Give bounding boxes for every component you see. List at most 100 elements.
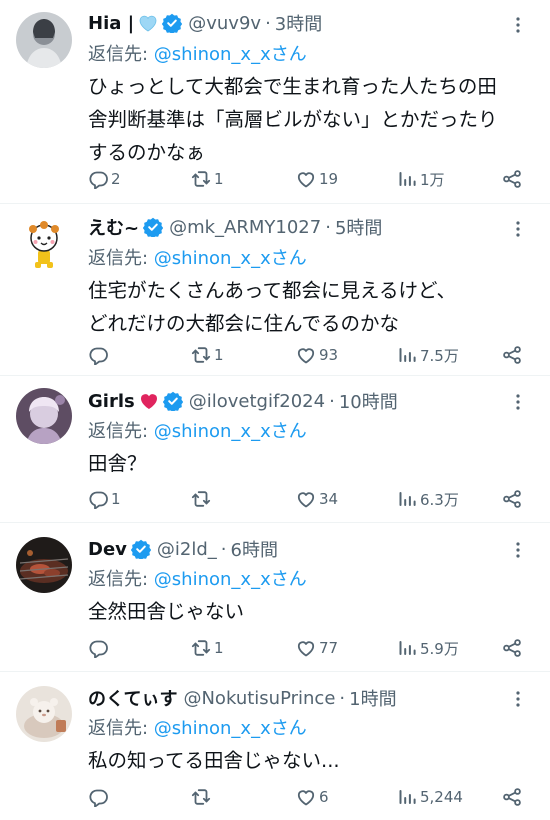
- tweet-text-line: 田舎？: [88, 452, 147, 475]
- like-count: 77: [319, 639, 339, 657]
- handle[interactable]: @NokutisuPrince: [183, 688, 335, 709]
- like-button[interactable]: 34: [296, 488, 338, 510]
- reply-button[interactable]: 2: [88, 168, 121, 190]
- red-heart-icon: [139, 391, 159, 411]
- view-count: 6.3万: [420, 490, 459, 509]
- view-count: 5,244: [420, 788, 463, 806]
- retweet-button[interactable]: 1: [191, 637, 224, 659]
- verified-badge-icon[interactable]: [143, 217, 164, 237]
- like-count: 34: [319, 490, 339, 508]
- share-button[interactable]: [502, 488, 522, 510]
- timestamp[interactable]: 10時間: [339, 388, 398, 414]
- reply-button[interactable]: [88, 637, 111, 659]
- reply-mention-link[interactable]: @shinon_x_xさん: [154, 44, 307, 65]
- views-button[interactable]: 6.3万: [397, 488, 459, 510]
- like-count: 6: [319, 788, 329, 806]
- retweet-icon: [191, 491, 211, 507]
- display-name[interactable]: Hia |: [88, 13, 134, 34]
- share-button[interactable]: [502, 637, 522, 659]
- retweet-button[interactable]: 1: [191, 344, 224, 366]
- avatar[interactable]: [16, 388, 72, 444]
- reply-button[interactable]: [88, 344, 111, 366]
- retweet-count: 1: [214, 346, 224, 364]
- tweet-header: Girls @ilovetgif2024 · 10時間: [88, 388, 510, 414]
- tweet-text-line: するのかなぁ: [88, 141, 206, 164]
- handle[interactable]: @i2ld_: [157, 539, 217, 560]
- views-chart-icon: [399, 348, 416, 362]
- tweet[interactable]: Dev @i2ld_ · 6時間 返信先: @shinon_x_xさん 全然田舎…: [0, 523, 550, 671]
- view-count: 5.9万: [420, 639, 459, 658]
- avatar[interactable]: [16, 537, 72, 593]
- tweet-header: Dev @i2ld_ · 6時間: [88, 536, 510, 562]
- more-options-icon[interactable]: [508, 689, 528, 709]
- reply-prefix: 返信先:: [88, 718, 154, 739]
- views-chart-icon: [399, 790, 416, 804]
- reply-button[interactable]: 1: [88, 488, 121, 510]
- tweet-header: えむ~ @mk_ARMY1027 · 5時間: [88, 214, 510, 240]
- more-options-icon[interactable]: [508, 219, 528, 239]
- share-icon: [503, 490, 521, 508]
- like-button[interactable]: 77: [296, 637, 338, 659]
- verified-badge-icon[interactable]: [130, 539, 151, 559]
- retweet-button[interactable]: [191, 488, 214, 510]
- tweet-text: 田舎？: [88, 447, 526, 480]
- handle[interactable]: @vuv9v: [188, 13, 261, 34]
- reply-icon: [89, 640, 108, 658]
- handle[interactable]: @mk_ARMY1027: [169, 217, 321, 238]
- tweet-text-line: 全然田舎じゃない: [88, 600, 245, 623]
- like-button[interactable]: 93: [296, 344, 338, 366]
- share-button[interactable]: [502, 168, 522, 190]
- display-name[interactable]: Girls: [88, 391, 135, 412]
- reply-context: 返信先: @shinon_x_xさん: [88, 40, 307, 66]
- verified-badge-icon[interactable]: [162, 391, 183, 411]
- display-name[interactable]: Dev: [88, 539, 127, 560]
- avatar[interactable]: [16, 214, 72, 270]
- views-button[interactable]: 5.9万: [397, 637, 459, 659]
- reply-mention-link[interactable]: @shinon_x_xさん: [154, 569, 307, 590]
- timestamp[interactable]: 6時間: [231, 536, 278, 562]
- more-options-icon[interactable]: [508, 15, 528, 35]
- share-button[interactable]: [502, 786, 522, 808]
- tweet-text-line: 舎判断基準は「高層ビルがない」とかだったり: [88, 108, 498, 131]
- avatar-photo-icon: [16, 686, 72, 742]
- separator-dot: ·: [325, 216, 331, 238]
- avatar-photo-icon: [16, 537, 72, 593]
- display-name[interactable]: のくてぃす: [88, 685, 177, 711]
- avatar[interactable]: [16, 12, 72, 68]
- action-bar: 2 1 19 1万: [88, 168, 522, 190]
- retweet-icon: [191, 640, 211, 656]
- tweet[interactable]: Girls @ilovetgif2024 · 10時間 返信先: @shinon…: [0, 376, 550, 522]
- display-name[interactable]: えむ~: [88, 214, 139, 240]
- tweet[interactable]: えむ~ @mk_ARMY1027 · 5時間 返信先: @shinon_x_xさ…: [0, 204, 550, 375]
- reply-context: 返信先: @shinon_x_xさん: [88, 417, 307, 443]
- retweet-button[interactable]: 1: [191, 168, 224, 190]
- verified-badge-icon[interactable]: [162, 13, 183, 33]
- timestamp[interactable]: 3時間: [275, 10, 322, 36]
- avatar-photo-icon: [16, 12, 72, 68]
- reply-count: 2: [111, 170, 121, 188]
- more-options-icon[interactable]: [508, 392, 528, 412]
- retweet-button[interactable]: [191, 786, 214, 808]
- views-button[interactable]: 5,244: [397, 786, 463, 808]
- reply-icon: [89, 789, 108, 807]
- more-options-icon[interactable]: [508, 540, 528, 560]
- views-button[interactable]: 7.5万: [397, 344, 459, 366]
- retweet-count: 1: [214, 170, 224, 188]
- handle[interactable]: @ilovetgif2024: [189, 391, 325, 412]
- reply-context: 返信先: @shinon_x_xさん: [88, 714, 307, 740]
- tweet[interactable]: のくてぃす @NokutisuPrince · 1時間 返信先: @shinon…: [0, 672, 550, 820]
- timestamp[interactable]: 1時間: [349, 685, 396, 711]
- share-button[interactable]: [502, 344, 522, 366]
- reply-mention-link[interactable]: @shinon_x_xさん: [154, 421, 307, 442]
- tweet[interactable]: Hia | @vuv9v · 3時間 返信先: @shinon_x_xさん ひょ…: [0, 0, 550, 203]
- timestamp[interactable]: 5時間: [335, 214, 382, 240]
- reply-mention-link[interactable]: @shinon_x_xさん: [154, 248, 307, 269]
- reply-mention-link[interactable]: @shinon_x_xさん: [154, 718, 307, 739]
- views-button[interactable]: 1万: [397, 168, 445, 190]
- action-bar: 1 93 7.5万: [88, 344, 522, 366]
- reply-button[interactable]: [88, 786, 111, 808]
- like-count: 19: [319, 170, 339, 188]
- like-button[interactable]: 6: [296, 786, 329, 808]
- avatar[interactable]: [16, 686, 72, 742]
- like-button[interactable]: 19: [296, 168, 338, 190]
